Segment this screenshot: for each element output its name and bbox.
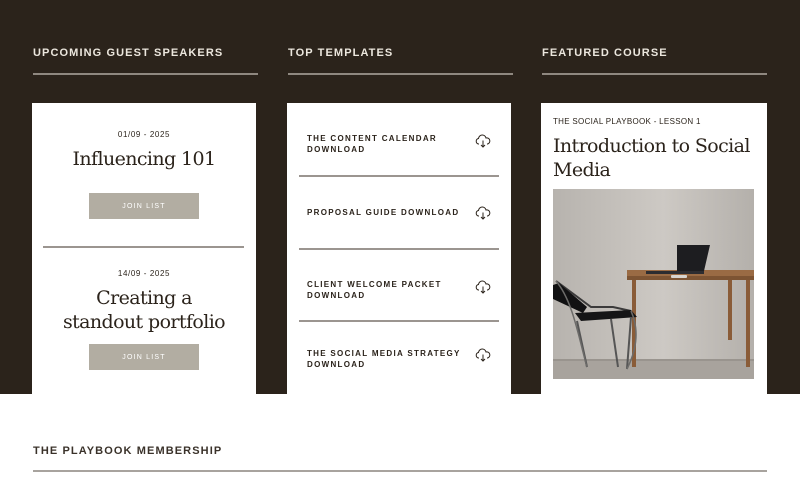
template-item[interactable]: THE CONTENT CALENDAR DOWNLOAD [287, 103, 511, 175]
course-image[interactable] [553, 189, 754, 379]
event-divider [43, 246, 244, 248]
join-list-button[interactable]: JOIN LIST [89, 193, 199, 219]
dark-band: UPCOMING GUEST SPEAKERS TOP TEMPLATES FE… [0, 0, 800, 394]
template-item[interactable]: CLIENT WELCOME PACKET DOWNLOAD [287, 250, 511, 322]
cloud-download-icon[interactable] [475, 134, 491, 148]
event-date: 01/09 - 2025 [117, 130, 171, 139]
speaker-event: 14/09 - 2025 Creating a standout portfol… [32, 269, 256, 334]
course-card[interactable]: THE SOCIAL PLAYBOOK - LESSON 1 Introduct… [541, 103, 767, 394]
speaker-event: 01/09 - 2025 Influencing 101 [32, 130, 256, 171]
template-item[interactable]: THE SOCIAL MEDIA STRATEGY DOWNLOAD [287, 322, 511, 394]
cloud-download-icon[interactable] [475, 206, 491, 220]
join-list-button[interactable]: JOIN LIST [89, 344, 199, 370]
event-title: Creating a standout portfolio [62, 287, 226, 333]
templates-heading: TOP TEMPLATES [288, 47, 394, 59]
course-heading: FEATURED COURSE [542, 47, 668, 59]
course-kicker: THE SOCIAL PLAYBOOK - LESSON 1 [553, 117, 701, 126]
cloud-download-icon[interactable] [475, 348, 491, 362]
speakers-heading: UPCOMING GUEST SPEAKERS [33, 47, 224, 59]
event-title: Influencing 101 [72, 148, 217, 170]
template-item[interactable]: PROPOSAL GUIDE DOWNLOAD [287, 177, 511, 249]
templates-divider [288, 73, 513, 75]
membership-heading: THE PLAYBOOK MEMBERSHIP [33, 445, 223, 457]
speakers-card: 01/09 - 2025 Influencing 101 JOIN LIST 1… [32, 103, 256, 394]
membership-divider [33, 470, 767, 472]
template-label: THE SOCIAL MEDIA STRATEGY DOWNLOAD [307, 349, 461, 369]
template-label: THE CONTENT CALENDAR DOWNLOAD [307, 134, 437, 154]
template-label: PROPOSAL GUIDE DOWNLOAD [307, 208, 460, 217]
template-label: CLIENT WELCOME PACKET DOWNLOAD [307, 280, 442, 300]
cloud-download-icon[interactable] [475, 280, 491, 294]
event-date: 14/09 - 2025 [117, 269, 171, 278]
templates-card: THE CONTENT CALENDAR DOWNLOAD PROPOSAL G… [287, 103, 511, 394]
course-divider [542, 73, 767, 75]
speakers-divider [33, 73, 258, 75]
course-title[interactable]: Introduction to Social Media [553, 134, 753, 182]
